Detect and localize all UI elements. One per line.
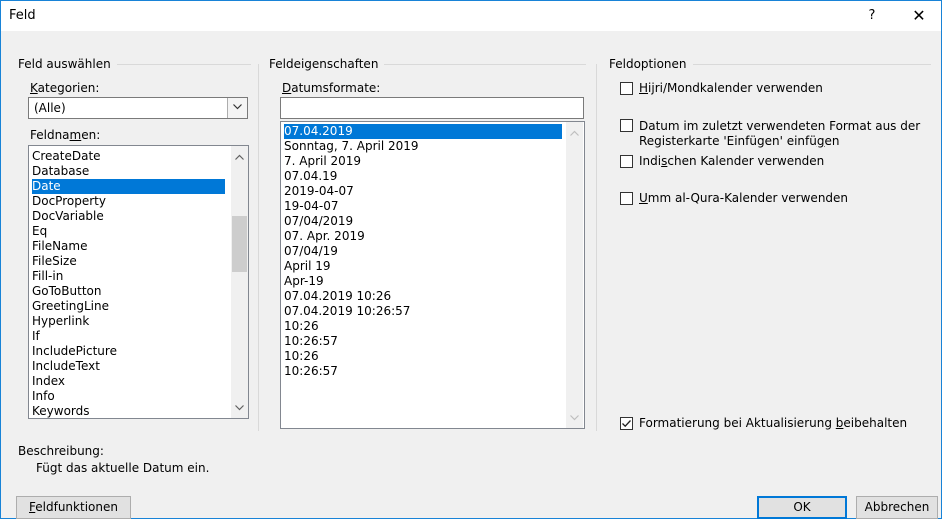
categories-label: Kategorien: (30, 81, 100, 95)
field-codes-button[interactable]: Feldfunktionen (16, 496, 131, 519)
categories-value: (Alle) (34, 101, 66, 115)
cancel-button[interactable]: Abbrechen (856, 496, 938, 519)
list-item[interactable]: GreetingLine (32, 299, 225, 314)
list-item[interactable]: IncludeText (32, 359, 225, 374)
scroll-down-icon[interactable] (231, 400, 248, 417)
column-divider (258, 64, 259, 431)
list-item[interactable]: 07.04.2019 10:26 (284, 289, 562, 304)
list-item[interactable]: Info (32, 389, 225, 404)
umm-al-qura-label[interactable]: Umm al-Qura-Kalender verwenden (639, 191, 848, 206)
description-text: Fügt das aktuelle Datum ein. (36, 461, 210, 475)
fieldnames-scrollbar[interactable] (231, 146, 248, 418)
group-divider (381, 64, 586, 65)
list-item[interactable]: 07/04/2019 (284, 214, 562, 229)
dialog-title: Feld (9, 8, 36, 23)
list-item[interactable]: April 19 (284, 259, 562, 274)
list-item[interactable]: DocVariable (32, 209, 225, 224)
list-item[interactable]: 07.04.2019 10:26:57 (284, 304, 562, 319)
scroll-up-icon[interactable] (566, 125, 583, 142)
list-item[interactable]: Eq (32, 224, 225, 239)
last-used-format-label[interactable]: Datum im zuletzt verwendeten Format aus … (639, 119, 929, 149)
ok-button[interactable]: OK (757, 496, 847, 519)
list-item[interactable]: FileSize (32, 254, 225, 269)
list-item[interactable]: Sonntag, 7. April 2019 (284, 139, 562, 154)
list-item[interactable]: 07.04.2019 (284, 124, 562, 139)
list-item[interactable]: Date (32, 179, 225, 194)
list-item[interactable]: Hyperlink (32, 314, 225, 329)
checkmark-icon (622, 420, 631, 428)
list-item[interactable]: Fill-in (32, 269, 225, 284)
chevron-down-icon[interactable] (227, 98, 247, 118)
list-item[interactable]: Database (32, 164, 225, 179)
list-item[interactable]: 10:26:57 (284, 364, 562, 379)
list-item[interactable]: 07/04/19 (284, 244, 562, 259)
list-item[interactable]: CreateDate (32, 149, 225, 164)
list-item[interactable]: Apr-19 (284, 274, 562, 289)
column-divider (596, 64, 597, 431)
categories-combobox[interactable]: (Alle) (28, 97, 248, 119)
field-dialog: Feld ? ✕ Feld auswählen Kategorien: (All… (0, 0, 942, 519)
scroll-thumb[interactable] (232, 216, 247, 272)
list-item[interactable]: 07. Apr. 2019 (284, 229, 562, 244)
field-options-group-title: Feldoptionen (609, 57, 693, 71)
fieldnames-label: Feldnamen: (30, 128, 101, 142)
umm-al-qura-checkbox[interactable] (620, 192, 633, 205)
list-item[interactable]: 07.04.19 (284, 169, 562, 184)
date-formats-scrollbar[interactable] (566, 122, 583, 428)
description-label: Beschreibung: (18, 444, 104, 458)
list-item[interactable]: DocProperty (32, 194, 225, 209)
list-item[interactable]: GoToButton (32, 284, 225, 299)
list-item[interactable]: 7. April 2019 (284, 154, 562, 169)
close-button[interactable]: ✕ (901, 4, 937, 28)
preserve-formatting-label[interactable]: Formatierung bei Aktualisierung beibehal… (639, 416, 907, 431)
list-item[interactable]: FileName (32, 239, 225, 254)
list-item[interactable]: Keywords (32, 404, 225, 419)
help-button[interactable]: ? (859, 5, 885, 27)
title-bar: Feld ? ✕ (1, 1, 941, 31)
field-properties-group-title: Feldeigenschaften (269, 57, 385, 71)
list-item[interactable]: 10:26:57 (284, 334, 562, 349)
group-divider (691, 64, 931, 65)
indian-calendar-checkbox[interactable] (620, 155, 633, 168)
list-item[interactable]: 10:26 (284, 349, 562, 364)
fieldnames-listbox[interactable]: CreateDate Database Date DocProperty DocVari… (28, 145, 249, 419)
list-item[interactable]: If (32, 329, 225, 344)
scroll-up-icon[interactable] (231, 149, 248, 166)
list-item[interactable]: IncludePicture (32, 344, 225, 359)
date-format-input[interactable] (280, 97, 584, 119)
list-item[interactable]: 10:26 (284, 319, 562, 334)
preserve-formatting-checkbox[interactable] (620, 417, 633, 430)
list-item[interactable]: Index (32, 374, 225, 389)
list-item[interactable]: 2019-04-07 (284, 184, 562, 199)
list-item[interactable]: 19-04-07 (284, 199, 562, 214)
date-formats-label: Datumsformate: (282, 81, 381, 95)
date-formats-listbox[interactable]: 07.04.2019 Sonntag, 7. April 2019 7. April… (280, 121, 585, 429)
hijri-label[interactable]: Hijri/Mondkalender verwenden (639, 81, 823, 96)
indian-calendar-label[interactable]: Indischen Kalender verwenden (639, 154, 824, 169)
hijri-checkbox[interactable] (620, 82, 633, 95)
select-field-group-title: Feld auswählen (18, 57, 117, 71)
last-used-format-checkbox[interactable] (620, 119, 633, 132)
scroll-down-icon[interactable] (566, 410, 583, 427)
